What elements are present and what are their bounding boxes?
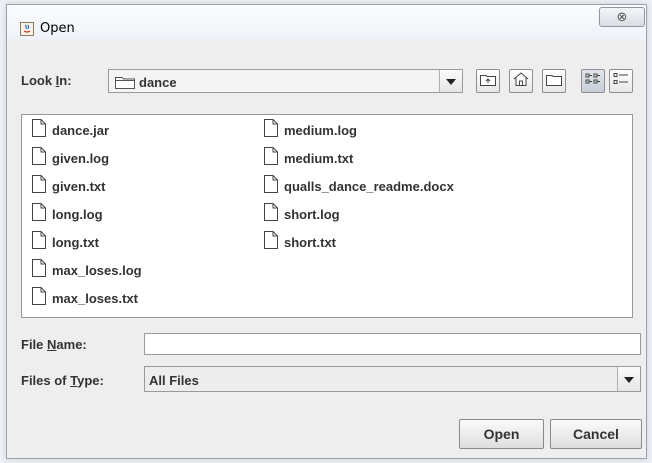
file-icon (264, 174, 278, 198)
file-list-item[interactable]: long.log (32, 202, 103, 226)
file-name: short.txt (284, 234, 336, 250)
close-button[interactable]: ⊗ (599, 7, 645, 27)
file-name: medium.log (284, 122, 357, 138)
file-icon (264, 202, 278, 226)
cancel-button[interactable]: Cancel (550, 419, 642, 449)
file-icon (32, 118, 46, 142)
new-folder-button[interactable] (542, 69, 566, 93)
new-folder-icon (546, 72, 562, 91)
file-type-dropdown-arrow[interactable] (617, 367, 640, 391)
file-icon (264, 118, 278, 142)
file-list-item[interactable]: given.log (32, 146, 110, 170)
file-name: medium.txt (284, 150, 354, 166)
java-app-icon (20, 22, 34, 36)
chevron-down-icon (624, 370, 634, 388)
list-view-button[interactable] (581, 69, 605, 93)
file-name: long.log (52, 206, 103, 222)
file-type-combo[interactable]: All Files (144, 366, 641, 392)
file-icon (264, 146, 278, 170)
file-icon (32, 230, 46, 254)
look-in-value: dance (139, 75, 177, 90)
file-list-item[interactable]: max_loses.log (32, 258, 142, 282)
file-name: qualls_dance_readme.docx (284, 178, 454, 194)
file-icon (32, 146, 46, 170)
up-folder-icon (480, 72, 496, 91)
file-name: long.txt (52, 234, 99, 250)
look-in-label-prefix: Look (21, 73, 56, 88)
file-type-label-suffix: ype: (77, 373, 104, 388)
file-type-value: All Files (149, 373, 199, 388)
look-in-label-suffix: n: (59, 73, 72, 88)
file-list-item[interactable]: short.log (264, 202, 340, 226)
file-list-item[interactable]: medium.txt (264, 146, 354, 170)
file-name: max_loses.txt (52, 290, 138, 306)
file-icon (32, 258, 46, 282)
file-list-item[interactable]: max_loses.txt (32, 286, 138, 310)
file-name-label-suffix: ame: (56, 337, 87, 352)
file-name-label-prefix: File (21, 337, 48, 352)
open-dialog: Open ⊗ Look In: dance dance.jar given.lo… (6, 4, 647, 459)
file-name: max_loses.log (52, 262, 142, 278)
look-in-combo[interactable]: dance (108, 69, 463, 93)
file-icon (32, 174, 46, 198)
file-list-item[interactable]: short.txt (264, 230, 336, 254)
file-icon (32, 202, 46, 226)
open-button[interactable]: Open (459, 419, 544, 449)
home-icon (513, 71, 529, 91)
window-title: Open (40, 21, 75, 36)
file-name: dance.jar (52, 122, 110, 138)
details-view-button[interactable] (609, 69, 633, 93)
chevron-down-icon (446, 72, 456, 90)
close-icon: ⊗ (616, 9, 628, 25)
details-view-icon (613, 72, 629, 91)
look-in-label: Look In: (21, 73, 72, 88)
dialog-content: Look In: dance dance.jar given.log given… (7, 41, 646, 458)
file-icon (32, 286, 46, 310)
folder-icon (115, 75, 135, 94)
file-name-input[interactable] (144, 333, 641, 355)
file-name: short.log (284, 206, 340, 222)
file-icon (264, 230, 278, 254)
file-list-item[interactable]: long.txt (32, 230, 99, 254)
file-list-item[interactable]: given.txt (32, 174, 106, 198)
file-list-item[interactable]: qualls_dance_readme.docx (264, 174, 454, 198)
file-type-label-prefix: Files of (21, 373, 71, 388)
title-bar[interactable]: Open ⊗ (7, 5, 646, 41)
file-list[interactable]: dance.jar given.log given.txt long.log long.… (21, 114, 633, 318)
file-type-label: Files of Type: (21, 373, 104, 388)
file-list-item[interactable]: dance.jar (32, 118, 110, 142)
up-one-level-button[interactable] (476, 69, 500, 93)
home-button[interactable] (509, 69, 533, 93)
file-name: given.log (52, 150, 110, 166)
file-name: given.txt (52, 178, 106, 194)
file-name-label: File Name: (21, 337, 87, 352)
look-in-dropdown-arrow[interactable] (439, 70, 462, 92)
file-list-item[interactable]: medium.log (264, 118, 357, 142)
list-view-icon (585, 72, 601, 91)
file-name-label-mnemonic: N (47, 337, 57, 352)
